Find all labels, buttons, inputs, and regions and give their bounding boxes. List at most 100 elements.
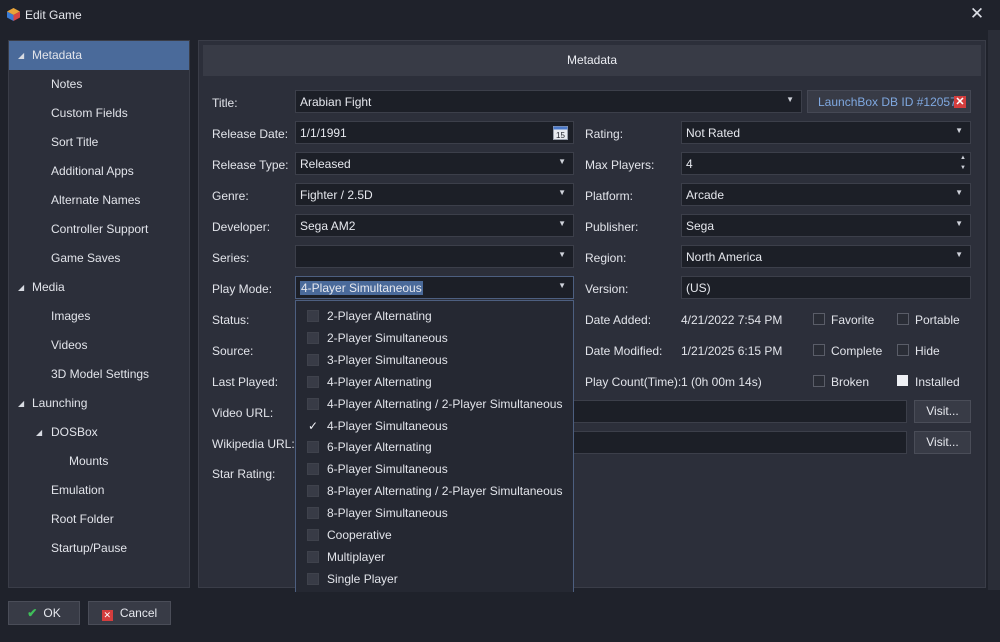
- region-select[interactable]: North America ▼: [681, 245, 971, 268]
- calendar-icon[interactable]: 15: [553, 125, 568, 140]
- play-mode-option[interactable]: ✓ 4-Player Simultaneous: [296, 416, 573, 438]
- release-date-picker[interactable]: 1/1/1991 15: [295, 121, 574, 144]
- sidebar-item-label: Emulation: [51, 483, 105, 497]
- play-mode-select[interactable]: 4-Player Simultaneous ▼: [295, 276, 574, 299]
- play-mode-option[interactable]: 8-Player Alternating / 2-Player Simultan…: [296, 481, 573, 503]
- expand-caret-icon[interactable]: ◢: [18, 41, 24, 70]
- ok-button[interactable]: ✔ OK: [8, 601, 80, 625]
- sidebar-item-label: 3D Model Settings: [51, 367, 150, 381]
- option-checkbox[interactable]: [307, 572, 319, 585]
- series-select[interactable]: ▼: [295, 245, 574, 268]
- sidebar-item[interactable]: Sort Title: [9, 128, 189, 157]
- publisher-select[interactable]: Sega ▼: [681, 214, 971, 237]
- cancel-button[interactable]: ✕ Cancel: [88, 601, 171, 625]
- sidebar-item[interactable]: Mounts: [9, 447, 189, 476]
- sidebar-item[interactable]: Images: [9, 302, 189, 331]
- title-combobox[interactable]: Arabian Fight ▼: [295, 90, 802, 113]
- sidebar-item-label: Alternate Names: [51, 193, 141, 207]
- play-mode-option[interactable]: 2-Player Alternating: [296, 306, 573, 328]
- complete-label: Complete: [831, 344, 883, 358]
- broken-label: Broken: [831, 375, 870, 389]
- sidebar-item[interactable]: ◢ Launching: [9, 389, 189, 418]
- option-checkbox[interactable]: [307, 353, 319, 366]
- wikipedia-visit-button[interactable]: Visit...: [914, 431, 971, 454]
- version-value: (US): [686, 281, 711, 295]
- close-icon[interactable]: ✕: [969, 5, 985, 22]
- play-mode-option[interactable]: 6-Player Alternating: [296, 437, 573, 459]
- sidebar-item[interactable]: 3D Model Settings: [9, 360, 189, 389]
- option-checkbox[interactable]: [307, 375, 319, 388]
- sidebar-item-label: Launching: [32, 396, 88, 410]
- release-type-value: Released: [300, 157, 351, 171]
- expand-caret-icon[interactable]: ◢: [18, 273, 24, 302]
- ok-label: OK: [43, 606, 61, 620]
- video-visit-button[interactable]: Visit...: [914, 400, 971, 423]
- option-checkbox[interactable]: [307, 441, 319, 454]
- sidebar-item[interactable]: Game Saves: [9, 244, 189, 273]
- play-mode-option-label: 8-Player Alternating / 2-Player Simultan…: [327, 484, 563, 499]
- unlink-icon[interactable]: ✕: [954, 96, 966, 108]
- chevron-down-icon: ▼: [955, 126, 963, 135]
- option-checkbox[interactable]: [307, 397, 319, 410]
- installed-checkbox[interactable]: [897, 375, 908, 386]
- sidebar-item[interactable]: ◢ DOSBox: [9, 418, 189, 447]
- max-players-stepper[interactable]: 4 ▲ ▼: [681, 152, 971, 175]
- broken-checkbox[interactable]: [813, 375, 825, 387]
- option-checkbox[interactable]: [307, 331, 319, 344]
- platform-select[interactable]: Arcade ▼: [681, 183, 971, 206]
- release-type-select[interactable]: Released ▼: [295, 152, 574, 175]
- section-title: Metadata: [566, 53, 618, 67]
- sidebar-item[interactable]: Startup/Pause: [9, 534, 189, 563]
- sidebar-item[interactable]: ◢ Media: [9, 273, 189, 302]
- option-checkbox[interactable]: [307, 529, 319, 541]
- option-checkbox[interactable]: [307, 550, 319, 563]
- hide-checkbox[interactable]: [897, 344, 909, 356]
- sidebar-item[interactable]: ◢ Metadata: [9, 41, 189, 70]
- sidebar-item[interactable]: Root Folder: [9, 505, 189, 534]
- genre-label: Genre:: [212, 189, 249, 203]
- sidebar-item[interactable]: Emulation: [9, 476, 189, 505]
- expand-caret-icon[interactable]: ◢: [18, 389, 24, 418]
- sidebar-item[interactable]: Alternate Names: [9, 186, 189, 215]
- sidebar-item[interactable]: Custom Fields: [9, 99, 189, 128]
- play-mode-option[interactable]: 3-Player Simultaneous: [296, 350, 573, 372]
- app-icon: [7, 8, 20, 21]
- option-checkbox[interactable]: [307, 463, 319, 476]
- increment-icon[interactable]: ▲: [960, 155, 966, 161]
- sidebar-item[interactable]: Videos: [9, 331, 189, 360]
- chevron-down-icon: ▼: [558, 281, 566, 290]
- portable-checkbox[interactable]: [897, 313, 909, 325]
- play-mode-option[interactable]: 2-Player Simultaneous: [296, 328, 573, 350]
- version-input[interactable]: (US): [681, 276, 971, 299]
- source-label: Source:: [212, 344, 254, 358]
- decrement-icon[interactable]: ▼: [960, 165, 966, 171]
- genre-value: Fighter / 2.5D: [300, 188, 373, 202]
- option-checkbox[interactable]: [307, 485, 319, 498]
- play-mode-option-label: 3-Player Simultaneous: [327, 352, 448, 367]
- play-mode-option[interactable]: 6-Player Simultaneous: [296, 459, 573, 481]
- chevron-down-icon: ▼: [558, 219, 566, 228]
- play-mode-option[interactable]: 8-Player Simultaneous: [296, 503, 573, 525]
- wikipedia-url-label: Wikipedia URL:: [212, 437, 295, 451]
- checkmark-icon[interactable]: ✓: [307, 420, 319, 432]
- play-mode-option[interactable]: 4-Player Alternating / 2-Player Simultan…: [296, 394, 573, 416]
- option-checkbox[interactable]: [307, 507, 319, 520]
- expand-caret-icon[interactable]: ◢: [36, 418, 42, 447]
- launchbox-db-id-link[interactable]: LaunchBox DB ID #12057: [818, 95, 957, 109]
- sidebar-item[interactable]: Additional Apps: [9, 157, 189, 186]
- option-checkbox[interactable]: [307, 310, 319, 322]
- sidebar-item[interactable]: Controller Support: [9, 215, 189, 244]
- date-modified-label: Date Modified:: [585, 344, 663, 358]
- chevron-down-icon: ▼: [558, 250, 566, 259]
- title-bar: Edit Game ✕: [0, 0, 1000, 30]
- sidebar-item[interactable]: Notes: [9, 70, 189, 99]
- favorite-checkbox[interactable]: [813, 313, 825, 325]
- play-mode-option[interactable]: Multiplayer: [296, 547, 573, 569]
- play-mode-option[interactable]: Single Player: [296, 569, 573, 591]
- complete-checkbox[interactable]: [813, 344, 825, 356]
- genre-select[interactable]: Fighter / 2.5D ▼: [295, 183, 574, 206]
- rating-select[interactable]: Not Rated ▼: [681, 121, 971, 144]
- developer-select[interactable]: Sega AM2 ▼: [295, 214, 574, 237]
- play-mode-option[interactable]: Cooperative: [296, 525, 573, 547]
- play-mode-option[interactable]: 4-Player Alternating: [296, 372, 573, 394]
